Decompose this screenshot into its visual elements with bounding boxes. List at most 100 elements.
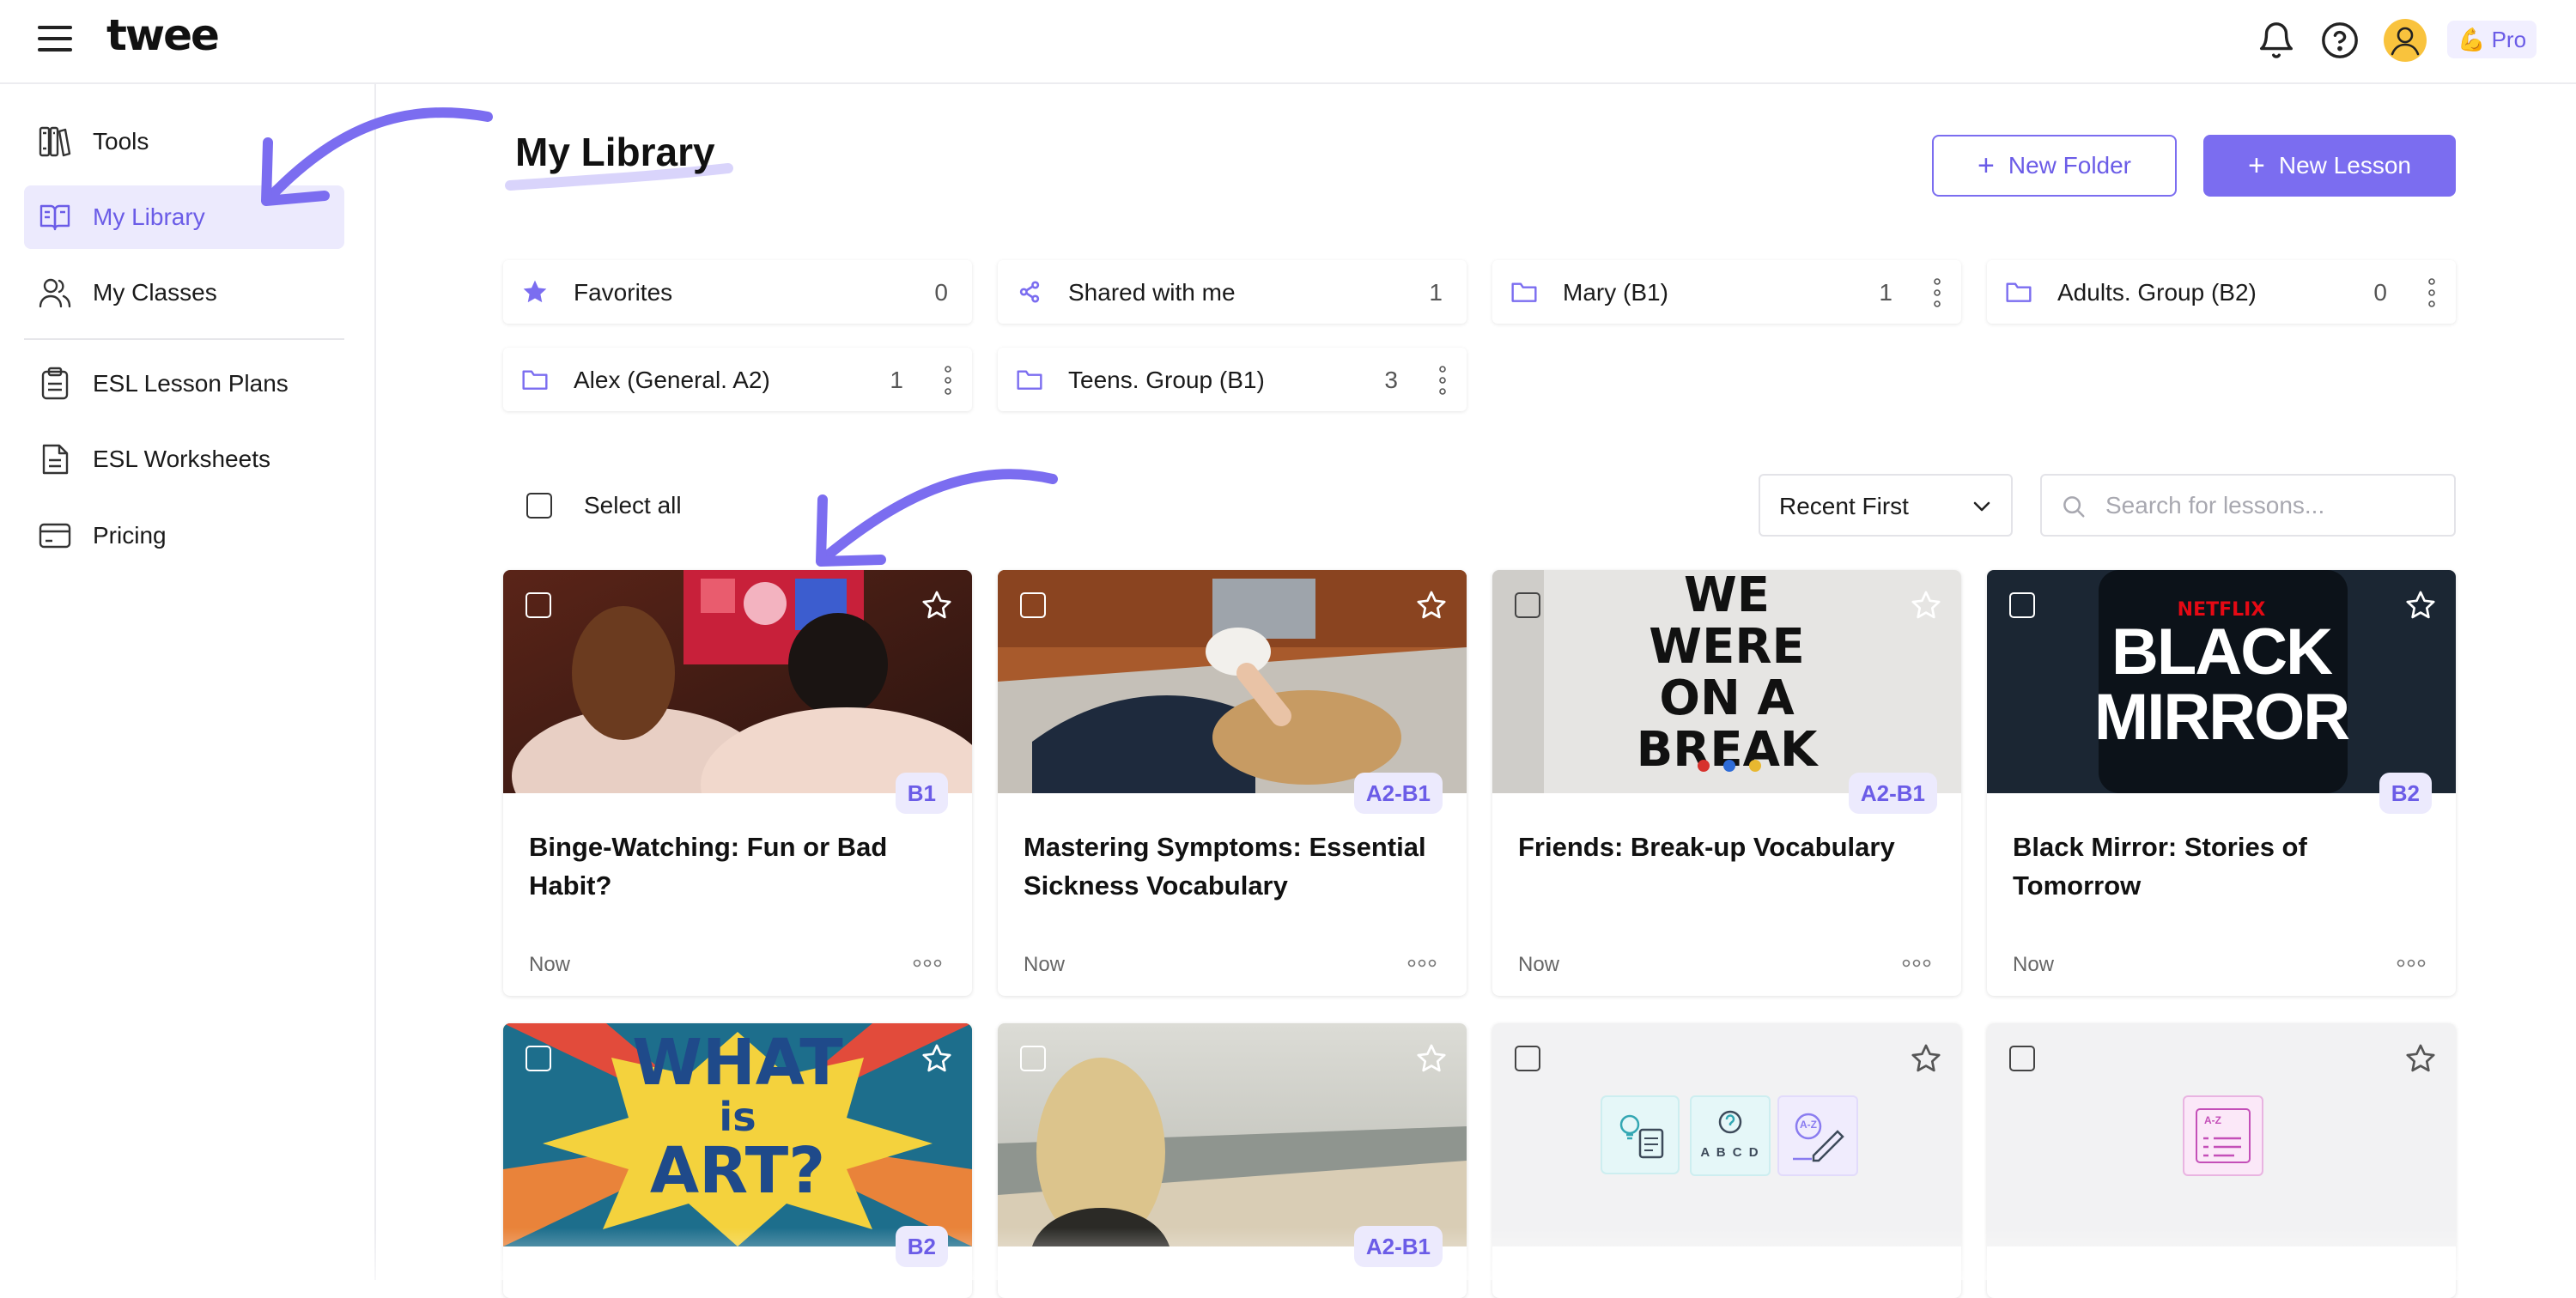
star-outline-icon[interactable] [920,1042,953,1075]
star-outline-icon[interactable] [1910,589,1942,622]
lesson-card[interactable]: A B C D A-Z [1492,1023,1961,1298]
worksheet-icon [42,444,69,475]
lesson-thumbnail[interactable]: WE WERE ON A BREAK [1492,570,1961,793]
folder-count: 0 [2373,279,2387,306]
folder-adults-group-b2[interactable]: Adults. Group (B2) 0 [1987,260,2456,324]
card-checkbox[interactable] [1020,592,1046,618]
card-checkbox[interactable] [1020,1046,1046,1071]
select-all-label[interactable]: Select all [584,492,682,519]
sidebar-divider [24,338,344,340]
lesson-card[interactable]: NETFLIX BLACK MIRROR B2 Black Mirror: St… [1987,570,2456,996]
folder-mary-b1[interactable]: Mary (B1) 1 [1492,260,1961,324]
user-avatar[interactable] [2384,19,2427,62]
lesson-card[interactable]: A-Z [1987,1023,2456,1298]
sidebar-item-label: My Classes [93,279,217,306]
sick-person-image [998,570,1467,793]
top-bar: twee 💪 Pro [0,0,2576,84]
lesson-thumbnail[interactable] [998,570,1467,793]
level-badge: A2-B1 [1353,1226,1443,1267]
folder-icon [2006,282,2032,302]
lesson-card[interactable]: A2-B1 [998,1023,1467,1298]
card-checkbox[interactable] [2009,592,2035,618]
pro-badge[interactable]: 💪 Pro [2447,21,2537,58]
sidebar-item-esl-lesson-plans[interactable]: ESL Lesson Plans [24,352,344,415]
twee-logo[interactable]: twee [106,10,220,60]
folder-icon [1511,282,1537,302]
level-badge: A2-B1 [1848,773,1937,814]
users-icon [39,278,71,308]
list-icon [2196,1108,2251,1163]
star-outline-icon[interactable] [2404,1042,2437,1075]
folder-count: 3 [1384,367,1398,393]
folder-favorites[interactable]: Favorites 0 [503,260,972,324]
sidebar-item-my-classes[interactable]: My Classes [24,261,344,324]
sidebar-item-label: Tools [93,128,149,155]
more-options-icon[interactable] [1901,958,1932,968]
kebab-menu-icon[interactable] [2428,278,2435,307]
binge-watching-image [503,570,972,793]
sidebar-item-label: ESL Lesson Plans [93,370,289,397]
card-checkbox[interactable] [526,592,551,618]
star-outline-icon[interactable] [2404,589,2437,622]
card-checkbox[interactable] [1515,592,1540,618]
tools-icon [39,126,71,157]
lesson-thumbnail[interactable]: NETFLIX BLACK MIRROR [1987,570,2456,793]
sort-dropdown[interactable]: Recent First [1759,474,2013,537]
folder-shared-with-me[interactable]: Shared with me 1 [998,260,1467,324]
lesson-title[interactable]: Mastering Symptoms: Essential Sickness V… [1024,828,1444,905]
new-lesson-button[interactable]: + New Lesson [2203,135,2456,197]
star-outline-icon[interactable] [920,589,953,622]
sidebar-item-label: ESL Worksheets [93,446,270,472]
quiz-letters: A B C D [1700,1145,1760,1160]
folder-name: Mary (B1) [1563,279,1668,306]
pencil-icon [1793,1113,1844,1162]
kebab-menu-icon[interactable] [945,366,951,395]
plus-icon: + [1977,149,1995,182]
question-bubble-icon [1718,1110,1742,1134]
lesson-thumbnail[interactable]: A B C D A-Z [1492,1023,1961,1246]
select-all-checkbox[interactable] [526,493,552,519]
lesson-title[interactable]: Friends: Break-up Vocabulary [1518,828,1939,866]
more-options-icon[interactable] [1406,958,1437,968]
more-options-icon[interactable] [912,958,943,968]
kebab-menu-icon[interactable] [1934,278,1941,307]
more-options-icon[interactable] [2396,958,2427,968]
lesson-thumbnail[interactable] [503,570,972,793]
star-outline-icon[interactable] [1415,1042,1448,1075]
star-outline-icon[interactable] [1910,1042,1942,1075]
bell-icon[interactable] [2257,21,2296,60]
lesson-card[interactable]: B1 Binge-Watching: Fun or Bad Habit? Now [503,570,972,996]
folder-icon [1017,370,1042,390]
card-checkbox[interactable] [526,1046,551,1071]
level-badge: B2 [895,1226,948,1267]
card-checkbox[interactable] [2009,1046,2035,1071]
sidebar-item-pricing[interactable]: Pricing [24,504,344,567]
new-folder-label: New Folder [2008,152,2132,179]
book-open-icon [39,204,70,231]
card-checkbox[interactable] [1515,1046,1540,1071]
poster-line: WHAT [632,1026,843,1100]
quiz-abcd-icon: A B C D [1690,1095,1771,1176]
lesson-card[interactable]: WHAT is ART? B2 [503,1023,972,1298]
lesson-title[interactable]: Black Mirror: Stories of Tomorrow [2013,828,2433,905]
hamburger-menu-icon[interactable] [38,26,72,55]
kebab-menu-icon[interactable] [1439,366,1446,395]
lesson-card[interactable]: A2-B1 Mastering Symptoms: Essential Sick… [998,570,1467,996]
lesson-thumbnail[interactable]: WHAT is ART? [503,1023,972,1246]
lesson-title[interactable]: Binge-Watching: Fun or Bad Habit? [529,828,950,905]
color-dots-icon [1698,760,1761,772]
help-icon[interactable] [2320,21,2360,60]
lesson-thumbnail[interactable]: A-Z [1987,1023,2456,1246]
search-input[interactable] [2104,488,2433,524]
sidebar-item-esl-worksheets[interactable]: ESL Worksheets [24,428,344,491]
sort-value: Recent First [1779,493,1909,519]
lesson-card[interactable]: WE WERE ON A BREAK A2-B1 Friends: Break-… [1492,570,1961,996]
search-box [2040,474,2456,537]
folder-teens-group-b1[interactable]: Teens. Group (B1) 3 [998,348,1467,411]
lesson-thumbnail[interactable] [998,1023,1467,1246]
new-folder-button[interactable]: + New Folder [1932,135,2177,197]
folder-alex-general-a2[interactable]: Alex (General. A2) 1 [503,348,972,411]
muscle-emoji: 💪 [2457,27,2486,52]
poster-line: BLACK [2111,616,2333,688]
star-outline-icon[interactable] [1415,589,1448,622]
